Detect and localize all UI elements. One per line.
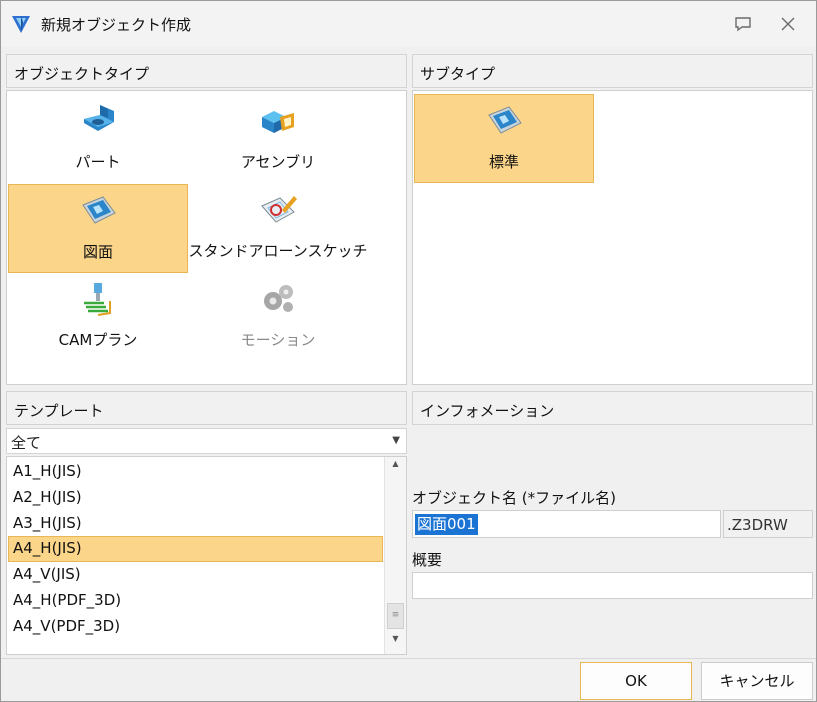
dialog-title: 新規オブジェクト作成 — [41, 16, 192, 34]
template-item-selected[interactable]: A4_H(JIS) — [8, 536, 383, 562]
info-header-label: インフォメーション — [420, 402, 555, 420]
object-type-header-label: オブジェクトタイプ — [14, 65, 150, 83]
template-filter-value: 全て — [11, 434, 42, 452]
object-type-sketch[interactable]: スタンドアローンスケッチ — [188, 184, 368, 273]
object-type-assembly[interactable]: アセンブリ — [188, 95, 368, 184]
sketch-icon — [261, 196, 297, 223]
close-icon[interactable] — [778, 15, 798, 33]
object-type-sketch-label: スタンドアローンスケッチ — [188, 242, 368, 260]
object-type-motion[interactable]: モーション — [188, 273, 368, 362]
drawing-icon — [488, 106, 522, 134]
template-item[interactable]: A3_H(JIS) — [8, 511, 383, 537]
comment-icon[interactable] — [733, 15, 753, 33]
object-name-label: オブジェクト名 (*ファイル名) — [412, 489, 616, 507]
object-type-assembly-label: アセンブリ — [240, 153, 316, 171]
object-name-input[interactable]: 図面001 — [412, 510, 721, 538]
object-type-header: オブジェクトタイプ — [6, 54, 407, 88]
subtype-standard-label: 標準 — [488, 153, 519, 171]
object-name-value: 図面001 — [415, 514, 478, 535]
object-type-part[interactable]: パート — [8, 95, 188, 184]
title-bar: 新規オブジェクト作成 — [1, 1, 816, 47]
scroll-thumb[interactable]: ≡ — [387, 603, 404, 629]
cancel-button[interactable]: キャンセル — [701, 662, 813, 700]
description-input[interactable] — [412, 572, 813, 599]
template-header: テンプレート — [6, 391, 407, 425]
object-type-cam-plan[interactable]: CAMプラン — [8, 273, 188, 362]
description-label: 概要 — [412, 551, 443, 569]
object-type-drawing-label: 図面 — [82, 243, 113, 261]
subtype-header: サブタイプ — [412, 54, 813, 88]
template-item[interactable]: A2_H(JIS) — [8, 485, 383, 511]
subtype-header-label: サブタイプ — [420, 65, 496, 83]
scroll-up-arrow-icon[interactable]: ▲ — [385, 459, 406, 475]
drawing-icon — [82, 196, 116, 224]
object-type-cam-plan-label: CAMプラン — [58, 331, 138, 349]
template-header-label: テンプレート — [14, 402, 104, 420]
subtype-standard[interactable]: 標準 — [414, 94, 594, 183]
template-item[interactable]: A4_V(PDF_3D) — [8, 614, 383, 640]
template-list: A1_H(JIS) A2_H(JIS) A3_H(JIS) A4_H(JIS) … — [6, 456, 407, 655]
object-type-motion-label: モーション — [240, 331, 316, 349]
object-type-panel: パート アセンブリ 図面 スタンドアローンスケッチ CAMプラン モーション — [6, 90, 407, 385]
template-item[interactable]: A4_V(JIS) — [8, 562, 383, 588]
template-filter-dropdown[interactable]: 全て ▼ — [6, 428, 407, 454]
template-scrollbar[interactable]: ▲ ≡ ▼ — [384, 457, 406, 654]
part-icon — [84, 105, 114, 131]
ok-button[interactable]: OK — [580, 662, 692, 700]
chevron-down-icon: ▼ — [392, 435, 400, 446]
subtype-panel: 標準 — [412, 90, 813, 385]
footer-divider — [1, 658, 816, 659]
template-item[interactable]: A1_H(JIS) — [8, 459, 383, 485]
object-type-part-label: パート — [75, 153, 121, 171]
assembly-icon — [262, 111, 294, 133]
app-logo-icon — [12, 16, 30, 33]
cam-plan-icon — [84, 283, 111, 316]
file-extension-label: .Z3DRW — [723, 510, 813, 538]
info-header: インフォメーション — [412, 391, 813, 425]
scroll-down-arrow-icon[interactable]: ▼ — [385, 634, 406, 650]
new-object-dialog: 新規オブジェクト作成 オブジェクトタイプ パート アセンブリ 図面 スタンドアロ… — [0, 0, 817, 702]
template-item[interactable]: A4_H(PDF_3D) — [8, 588, 383, 614]
motion-icon — [264, 285, 293, 312]
object-type-drawing[interactable]: 図面 — [8, 184, 188, 273]
